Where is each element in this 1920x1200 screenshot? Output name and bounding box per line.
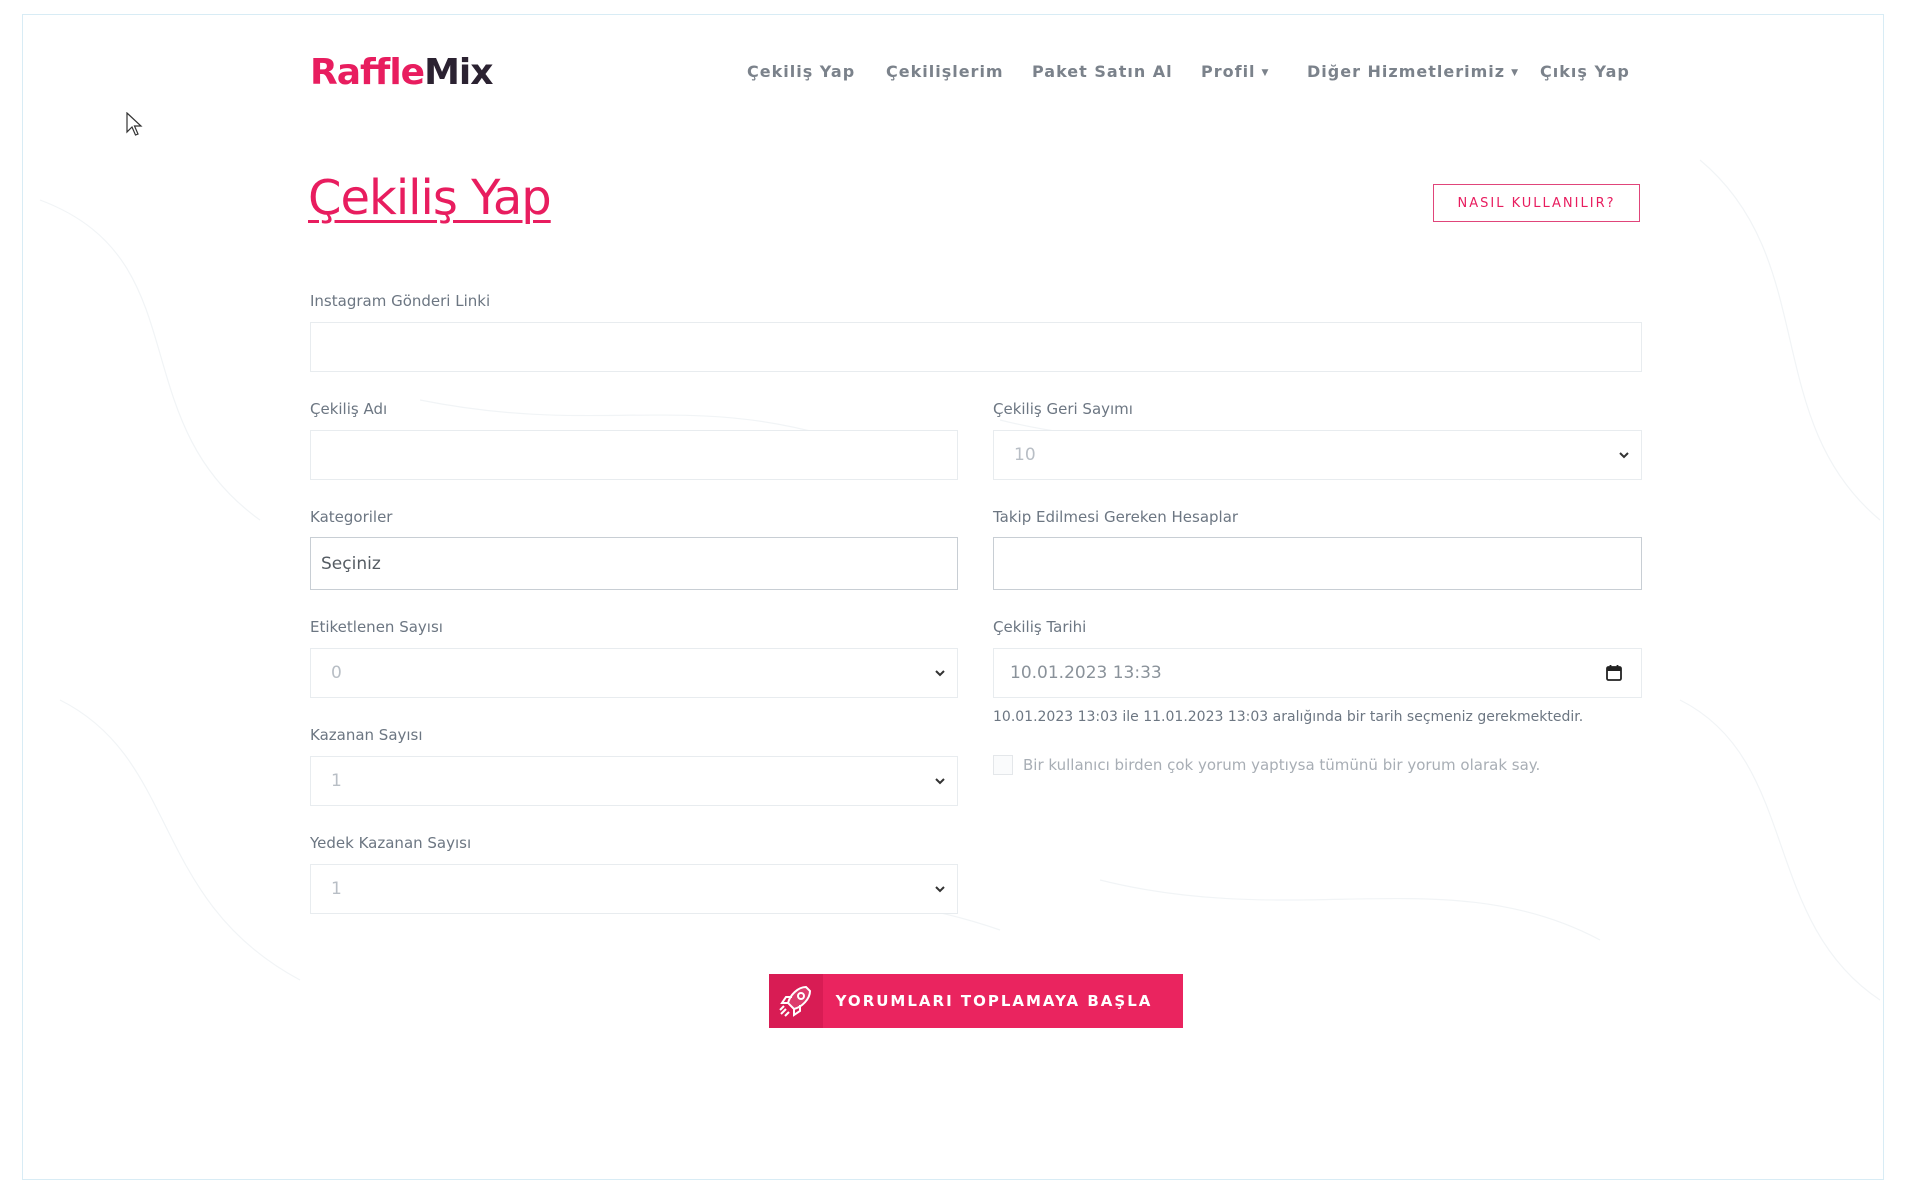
nav-item-label: Profil bbox=[1201, 62, 1256, 81]
backup-winner-count-select[interactable]: 1 bbox=[310, 864, 958, 914]
start-collecting-label: YORUMLARI TOPLAMAYA BAŞLA bbox=[835, 992, 1153, 1010]
nav-item-logout[interactable]: Çıkış Yap bbox=[1540, 62, 1630, 81]
chevron-down-icon bbox=[935, 886, 945, 893]
nav-item-label: Paket Satın Al bbox=[1032, 62, 1173, 81]
tagged-count-value: 0 bbox=[331, 663, 342, 683]
rocket-icon-box bbox=[769, 974, 823, 1028]
nav-item-raffle[interactable]: Çekiliş Yap bbox=[747, 62, 855, 81]
page-title: Çekiliş Yap bbox=[308, 170, 552, 226]
brand-logo[interactable]: RaffleMix bbox=[310, 52, 493, 93]
raffle-name-label: Çekiliş Adı bbox=[310, 400, 388, 418]
chevron-down-icon bbox=[1619, 452, 1629, 459]
single-comment-option[interactable]: Bir kullanıcı birden çok yorum yaptıysa … bbox=[993, 755, 1540, 775]
countdown-value: 10 bbox=[1014, 445, 1036, 465]
nav-item-label: Çıkış Yap bbox=[1540, 62, 1630, 81]
backup-winner-count-label: Yedek Kazanan Sayısı bbox=[310, 834, 472, 852]
categories-label: Kategoriler bbox=[310, 508, 393, 526]
backup-winner-count-value: 1 bbox=[331, 879, 342, 899]
raffle-name-input[interactable] bbox=[310, 430, 958, 480]
follow-accounts-input[interactable] bbox=[993, 537, 1642, 590]
raffle-date-label: Çekiliş Tarihi bbox=[993, 618, 1087, 636]
nav-item-my-raffles[interactable]: Çekilişlerim bbox=[886, 62, 1004, 81]
categories-value: Seçiniz bbox=[321, 553, 381, 574]
raffle-date-hint: 10.01.2023 13:03 ile 11.01.2023 13:03 ar… bbox=[993, 709, 1584, 725]
post-link-label: Instagram Gönderi Linki bbox=[310, 292, 491, 310]
nav-item-label: Çekiliş Yap bbox=[747, 62, 856, 81]
brand-logo-part1: Raffle bbox=[310, 52, 425, 93]
brand-logo-part2: Mix bbox=[424, 52, 493, 93]
single-comment-checkbox[interactable] bbox=[993, 755, 1013, 775]
nav-item-buy-package[interactable]: Paket Satın Al bbox=[1032, 62, 1173, 81]
how-to-use-button[interactable]: NASIL KULLANILIR? bbox=[1433, 184, 1640, 222]
rocket-icon bbox=[779, 985, 812, 1017]
post-link-input[interactable] bbox=[310, 322, 1642, 372]
chevron-down-icon bbox=[935, 670, 945, 677]
winner-count-value: 1 bbox=[331, 771, 342, 791]
countdown-label: Çekiliş Geri Sayımı bbox=[993, 400, 1133, 418]
nav-item-profile[interactable]: Profil ▼ bbox=[1201, 62, 1269, 81]
calendar-icon[interactable] bbox=[1605, 664, 1623, 682]
tagged-count-label: Etiketlenen Sayısı bbox=[310, 618, 443, 636]
raffle-date-value: 10.01.2023 13:33 bbox=[1010, 663, 1162, 683]
winner-count-label: Kazanan Sayısı bbox=[310, 726, 423, 744]
nav-item-other-services[interactable]: Diğer Hizmetlerimiz ▼ bbox=[1307, 62, 1519, 81]
raffle-date-input[interactable]: 10.01.2023 13:33 bbox=[993, 648, 1642, 698]
caret-down-icon: ▼ bbox=[1261, 67, 1270, 78]
arrow-cursor-icon bbox=[126, 112, 143, 136]
chevron-down-icon bbox=[935, 778, 945, 785]
start-collecting-button[interactable]: YORUMLARI TOPLAMAYA BAŞLA bbox=[769, 974, 1183, 1028]
follow-accounts-label: Takip Edilmesi Gereken Hesaplar bbox=[993, 508, 1239, 526]
single-comment-checkbox-label: Bir kullanıcı birden çok yorum yaptıysa … bbox=[1023, 756, 1541, 774]
caret-down-icon: ▼ bbox=[1511, 67, 1519, 78]
categories-select[interactable]: Seçiniz bbox=[310, 537, 958, 590]
countdown-select[interactable]: 10 bbox=[993, 430, 1642, 480]
nav-item-label: Diğer Hizmetlerimiz bbox=[1307, 62, 1506, 81]
nav-item-label: Çekilişlerim bbox=[886, 62, 1004, 81]
winner-count-select[interactable]: 1 bbox=[310, 756, 958, 806]
tagged-count-select[interactable]: 0 bbox=[310, 648, 958, 698]
